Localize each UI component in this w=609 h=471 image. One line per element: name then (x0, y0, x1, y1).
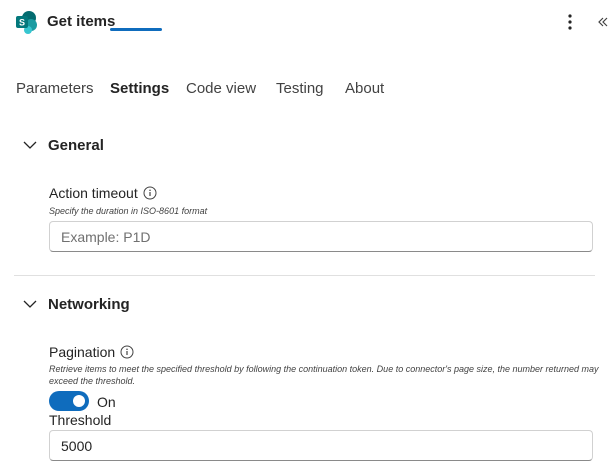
action-timeout-description: Specify the duration in ISO-8601 format (49, 206, 208, 216)
tab-testing[interactable]: Testing (276, 80, 324, 97)
threshold-label-text: Threshold (49, 412, 112, 428)
tab-settings[interactable]: Settings (110, 80, 169, 97)
toggle-knob (73, 395, 85, 407)
action-timeout-label: Action timeout (49, 185, 157, 201)
more-vertical-icon (568, 14, 572, 30)
svg-text:S: S (19, 18, 25, 28)
section-divider (14, 275, 595, 276)
info-icon[interactable] (143, 186, 157, 200)
chevron-down-icon (23, 300, 37, 308)
pagination-toggle-state: On (97, 394, 116, 410)
pagination-description: Retrieve items to meet the specified thr… (49, 364, 599, 386)
info-icon[interactable] (120, 345, 134, 359)
chevron-down-icon (23, 141, 37, 149)
collapse-panel-button[interactable] (597, 12, 609, 32)
get-items-panel: S Get items Parameters Settings Code vie… (0, 0, 609, 471)
general-section-header[interactable]: General (22, 133, 104, 157)
panel-title: Get items (47, 13, 116, 30)
threshold-label: Threshold (49, 412, 111, 428)
networking-section-title: Networking (48, 295, 130, 313)
active-tab-indicator (110, 28, 162, 31)
general-section-title: General (48, 136, 104, 154)
pagination-label: Pagination (49, 344, 134, 360)
pagination-label-text: Pagination (49, 344, 116, 360)
action-timeout-input[interactable] (49, 221, 593, 252)
tab-parameters[interactable]: Parameters (16, 80, 94, 97)
threshold-input[interactable] (49, 430, 593, 461)
pagination-toggle[interactable] (49, 391, 89, 411)
more-options-button[interactable] (560, 12, 580, 32)
action-timeout-label-text: Action timeout (49, 185, 138, 201)
double-chevron-left-icon (598, 17, 608, 27)
sharepoint-icon: S (16, 11, 37, 34)
panel-header: S Get items (0, 0, 609, 44)
tab-about[interactable]: About (345, 80, 384, 97)
networking-section-header[interactable]: Networking (22, 292, 130, 316)
tab-code-view[interactable]: Code view (186, 80, 256, 97)
